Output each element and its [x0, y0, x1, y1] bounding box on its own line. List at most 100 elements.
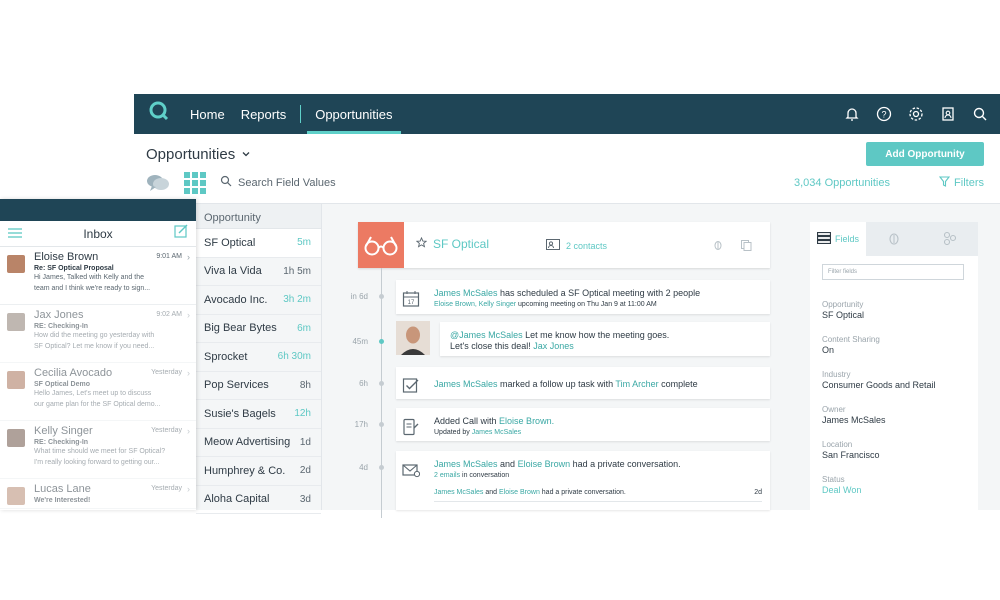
- bug-icon: [887, 231, 901, 247]
- chevron-right-icon: ›: [187, 310, 190, 320]
- user-link[interactable]: James McSales: [472, 429, 521, 436]
- opportunity-row[interactable]: Susie's Bagels 12h: [196, 400, 321, 429]
- conversation-summary: James McSales and Eloise Brown had a pri…: [434, 487, 626, 498]
- bug-icon[interactable]: [712, 238, 724, 256]
- nav-reports[interactable]: Reports: [233, 94, 295, 134]
- page-title-dropdown[interactable]: Opportunities: [146, 146, 251, 163]
- opportunity-time: 8h: [299, 379, 311, 391]
- nav-opportunities[interactable]: Opportunities: [307, 94, 401, 134]
- field-value[interactable]: James McSales: [822, 415, 886, 425]
- conjunction: and: [497, 459, 518, 469]
- opportunity-time: 2d: [299, 465, 311, 477]
- opportunity-row[interactable]: Sprocket 6h 30m: [196, 343, 321, 372]
- user-link[interactable]: Eloise Brown: [518, 459, 571, 469]
- copy-icon[interactable]: [740, 238, 752, 256]
- user-link[interactable]: Tim Archer: [615, 379, 658, 389]
- timeline-dot: [379, 465, 384, 470]
- chevron-right-icon: ›: [187, 484, 190, 494]
- checklist-icon: [402, 377, 420, 395]
- inbox-message[interactable]: Eloise Brown 9:01 AM › Re: SF Optical Pr…: [0, 247, 196, 305]
- timeline-time: 17h: [354, 420, 368, 429]
- user-link[interactable]: Eloise Brown.: [499, 416, 554, 426]
- field-location: Location San Francisco: [822, 440, 880, 460]
- add-opportunity-button[interactable]: Add Opportunity: [866, 142, 984, 166]
- chevron-right-icon: ›: [187, 426, 190, 436]
- inbox-message[interactable]: Lucas Lane Yesterday › We're Interested!: [0, 479, 196, 509]
- grid-view-icon[interactable]: [184, 172, 206, 199]
- tab-relationships[interactable]: [922, 222, 978, 256]
- opportunity-row[interactable]: SF Optical 5m: [196, 229, 321, 258]
- inbox-message[interactable]: Cecilia Avocado Yesterday › SF Optical D…: [0, 363, 196, 421]
- hamburger-menu-icon[interactable]: [8, 225, 22, 243]
- opportunity-row[interactable]: Viva la Vida 1h 5m: [196, 258, 321, 286]
- field-label: Industry: [822, 370, 851, 379]
- conversation-row[interactable]: James McSales and Eloise Brown had a pri…: [434, 487, 762, 502]
- field-value[interactable]: On: [822, 345, 880, 355]
- user-link[interactable]: Jax Jones: [533, 341, 574, 351]
- contacts-book-icon[interactable]: [938, 104, 958, 124]
- app-logo-icon[interactable]: [148, 100, 182, 129]
- activity-text: Added Call with Eloise Brown. Updated by…: [434, 416, 762, 438]
- user-link[interactable]: James McSales: [434, 288, 498, 298]
- search-icon[interactable]: [970, 104, 990, 124]
- activity-description: Added Call with: [434, 416, 500, 426]
- opportunity-name: Aloha Capital: [204, 493, 270, 506]
- opportunity-name[interactable]: SF Optical: [433, 237, 489, 251]
- nav-home[interactable]: Home: [182, 94, 233, 134]
- field-owner: Owner James McSales: [822, 405, 886, 425]
- field-value[interactable]: SF Optical: [822, 310, 864, 320]
- fields-panel: Fields Filter fields Opportunity SF Opti…: [810, 222, 978, 510]
- activity-description: marked a follow up task with: [497, 379, 616, 389]
- activity-task[interactable]: James McSales marked a follow up task wi…: [396, 367, 770, 399]
- field-value[interactable]: Deal Won: [822, 485, 861, 495]
- list-icon: [816, 231, 832, 246]
- user-link[interactable]: James McSales: [434, 379, 498, 389]
- app-screenshot: Home Reports Opportunities ? Opportuniti…: [0, 0, 1000, 600]
- contacts-link[interactable]: 2 contacts: [546, 239, 607, 252]
- user-link[interactable]: James McSales: [434, 489, 483, 496]
- view-toggles: [146, 172, 206, 199]
- activity-conversation[interactable]: James McSales and Eloise Brown had a pri…: [396, 451, 770, 510]
- opportunity-time: 6m: [297, 322, 311, 334]
- opportunity-row[interactable]: Avocado Inc. 3h 2m: [196, 286, 321, 315]
- field-value[interactable]: Consumer Goods and Retail: [822, 380, 936, 390]
- bell-icon[interactable]: [842, 104, 862, 124]
- opportunity-card: SF Optical 2 contacts: [358, 222, 770, 268]
- opportunity-row[interactable]: Humphrey & Co. 2d: [196, 457, 321, 486]
- message-snippet: our game plan for the SF Optical demo...: [34, 401, 161, 408]
- star-icon[interactable]: [415, 236, 428, 251]
- mention-link[interactable]: @James McSales: [450, 330, 523, 340]
- activity-call[interactable]: Added Call with Eloise Brown. Updated by…: [396, 408, 770, 441]
- field-label: Location: [822, 440, 853, 449]
- updated-by-label: Updated by: [434, 429, 472, 436]
- filter-fields-input[interactable]: Filter fields: [822, 264, 964, 280]
- opportunity-row[interactable]: Meow Advertising 1d: [196, 429, 321, 457]
- user-link[interactable]: Eloise Brown: [499, 489, 540, 496]
- tab-activity[interactable]: [866, 222, 922, 256]
- message-snippet: How did the meeting go yesterday with: [34, 332, 155, 339]
- inbox-message[interactable]: Kelly Singer Yesterday › RE: Checking-In…: [0, 421, 196, 479]
- field-value[interactable]: San Francisco: [822, 450, 880, 460]
- opportunity-row[interactable]: Aloha Capital 3d: [196, 486, 321, 514]
- gear-icon[interactable]: [906, 104, 926, 124]
- filters-label: Filters: [954, 177, 984, 189]
- network-icon: [943, 231, 957, 247]
- activity-meeting[interactable]: 17 James McSales has scheduled a SF Opti…: [396, 280, 770, 314]
- conjunction: and: [483, 489, 499, 496]
- filters-button[interactable]: Filters: [938, 176, 984, 190]
- activity-comment[interactable]: @James McSales Let me know how the meeti…: [440, 322, 770, 356]
- tab-fields[interactable]: Fields: [810, 222, 866, 256]
- attendees-link[interactable]: Eloise Brown, Kelly Singer: [434, 301, 516, 308]
- help-icon[interactable]: ?: [874, 104, 894, 124]
- chat-bubbles-icon[interactable]: [146, 173, 170, 198]
- opportunity-row[interactable]: Pop Services 8h: [196, 372, 321, 400]
- opportunity-row[interactable]: Big Bear Bytes 6m: [196, 315, 321, 343]
- activity-text: James McSales and Eloise Brown had a pri…: [434, 459, 762, 502]
- opportunity-list-header: Opportunity: [196, 204, 321, 229]
- emails-link[interactable]: 2 emails: [434, 472, 460, 479]
- search-field-values[interactable]: Search Field Values: [220, 175, 336, 190]
- user-link[interactable]: James McSales: [434, 459, 498, 469]
- inbox-message[interactable]: Jax Jones 9:02 AM › RE: Checking-In How …: [0, 305, 196, 363]
- compose-icon[interactable]: [174, 224, 188, 243]
- field-industry: Industry Consumer Goods and Retail: [822, 370, 936, 390]
